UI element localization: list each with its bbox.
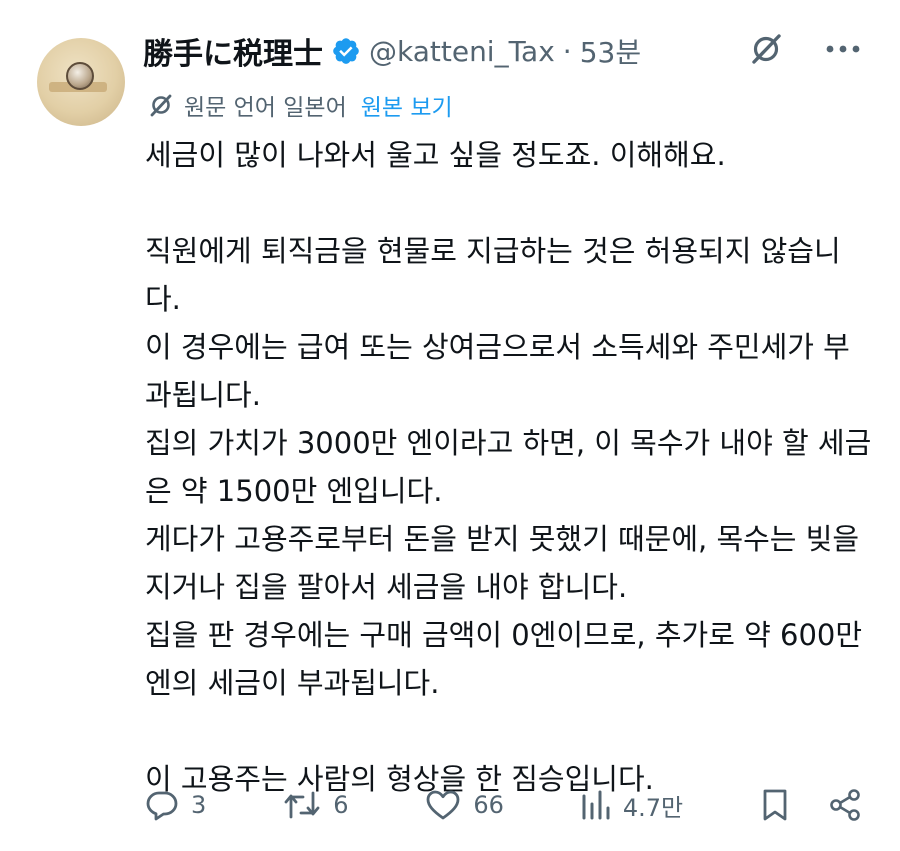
translate-icon: [150, 94, 172, 117]
author-name[interactable]: 勝手に税理士: [143, 29, 323, 73]
reply-count: 3: [191, 791, 207, 819]
action-bar: 3 6 66 4.7만: [145, 783, 862, 827]
tweet-paragraph: 직원에게 퇴직금을 현물로 지급하는 것은 허용되지 않습니다.: [145, 234, 841, 316]
view-original-link[interactable]: 원본 보기: [361, 88, 453, 122]
tweet-paragraph: 세금이 많이 나와서 울고 싶을 정도죠. 이해해요.: [145, 138, 726, 172]
tweet-paragraph: 게다가 고용주로부터 돈을 받지 못했기 때문에, 목수는 빚을 지거나 집을 …: [145, 522, 860, 604]
avatar-detail: [66, 62, 94, 90]
tweet-time[interactable]: 53분: [580, 31, 641, 71]
original-language-label: 원문 언어 일본어: [184, 95, 347, 121]
views-icon: [582, 790, 610, 820]
reply-button[interactable]: 3: [145, 788, 206, 822]
avatar[interactable]: [37, 38, 125, 126]
tweet-text: 세금이 많이 나와서 울고 싶을 정도죠. 이해해요. 직원에게 퇴직금을 현물…: [145, 131, 875, 803]
separator-dot: ·: [562, 34, 572, 68]
reply-icon: [146, 791, 178, 821]
tweet-paragraph: 집을 판 경우에는 구매 금액이 0엔이므로, 추가로 약 600만 엔의 세금…: [145, 618, 863, 700]
grok-icon[interactable]: [748, 31, 784, 67]
tweet-paragraph: 이 경우에는 급여 또는 상여금으로서 소득세와 주민세가 부과됩니다.: [145, 330, 850, 412]
heart-icon: [426, 790, 460, 820]
right-actions: [760, 787, 862, 823]
like-count: 66: [473, 791, 504, 819]
share-icon[interactable]: [828, 788, 862, 822]
repost-icon: [284, 791, 320, 819]
verified-badge-icon: [333, 38, 359, 64]
tweet-paragraph: 집의 가치가 3000만 엔이라고 하면, 이 목수가 내야 할 세금은 약 1…: [145, 426, 872, 508]
more-icon[interactable]: [826, 44, 860, 54]
repost-button[interactable]: 6: [283, 788, 348, 822]
top-actions: [748, 31, 860, 67]
tweet-header: 勝手に税理士 @katteni_Tax · 53분: [143, 26, 641, 76]
views-count: 4.7만: [622, 793, 684, 822]
repost-count: 6: [333, 791, 349, 819]
translation-bar: 원문 언어 일본어 원본 보기: [148, 88, 453, 122]
bookmark-icon[interactable]: [760, 787, 790, 823]
author-handle[interactable]: @katteni_Tax: [369, 35, 555, 68]
like-button[interactable]: 66: [425, 788, 504, 822]
views-button[interactable]: 4.7만: [581, 788, 683, 823]
